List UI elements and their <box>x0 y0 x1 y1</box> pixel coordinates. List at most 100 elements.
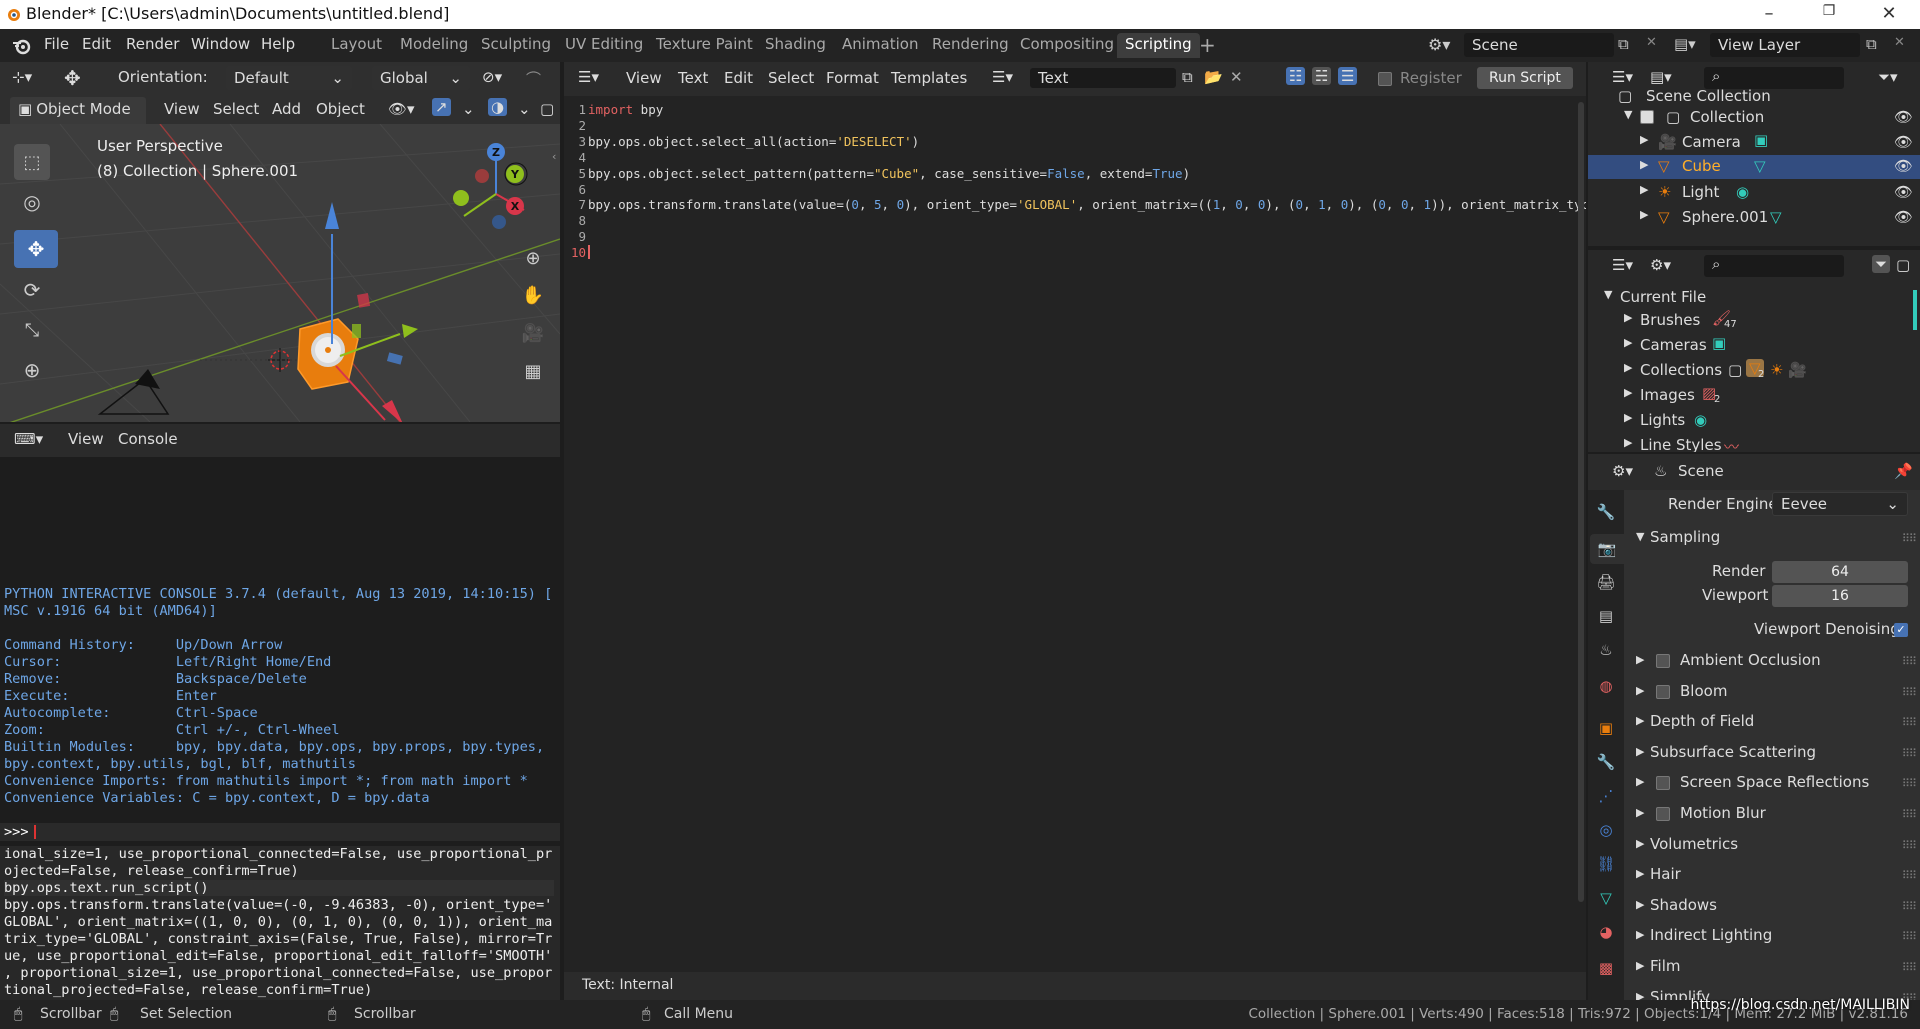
area-divider[interactable] <box>560 62 564 1000</box>
menu-window[interactable]: Window <box>191 35 250 53</box>
xray-icon[interactable]: ▢ <box>540 100 554 118</box>
fileview-search-input[interactable]: ⌕ <box>1704 255 1844 277</box>
tab-texture-paint[interactable]: Texture Paint <box>648 33 761 58</box>
tab-shading[interactable]: Shading <box>757 33 834 58</box>
outliner[interactable]: ☰▾ ▤▾ ⌕ ⏷▾ ▢ Scene Collection ▼ ▢ Collec… <box>1588 62 1920 246</box>
drag-handle-icon[interactable]: ⠿⠿ <box>1902 869 1917 882</box>
properties-section-header[interactable]: ▶ Bloom ⠿⠿ <box>1628 679 1920 707</box>
expand-icon[interactable]: ▶ <box>1640 208 1648 221</box>
expand-icon[interactable]: ▶ <box>1624 336 1632 349</box>
light-data-icon[interactable]: ◉ <box>1736 183 1749 201</box>
render-tab-icon[interactable]: 📷 <box>1590 534 1624 564</box>
collapse-icon[interactable]: ▼ <box>1624 108 1632 121</box>
info-log[interactable]: ional_size=1, use_proportional_connected… <box>0 846 560 1000</box>
syntax-highlight-toggle-icon[interactable]: ☰ <box>1338 67 1358 85</box>
text-editor[interactable]: ☰▾ View Text Edit Select Format Template… <box>564 62 1586 1000</box>
outliner-row-collection[interactable]: ▼ ▢ Collection 👁 <box>1618 108 1918 128</box>
text-menu-text[interactable]: Text <box>678 69 708 87</box>
minimize-icon[interactable]: – <box>1754 3 1784 24</box>
material-tab-icon[interactable]: ◕ <box>1594 920 1618 944</box>
visibility-eye-icon[interactable]: 👁 <box>1894 108 1913 126</box>
move-gizmo-icon[interactable]: ✥ <box>64 66 81 90</box>
outliner-row-cube[interactable]: ▶ ▽ Cube ▽ 👁 <box>1588 155 1920 179</box>
viewport-menu-object[interactable]: Object <box>316 100 365 118</box>
cursor-tool-icon[interactable]: ◎ <box>14 184 50 220</box>
text-menu-edit[interactable]: Edit <box>724 69 753 87</box>
drag-handle-icon[interactable]: ⠿⠿ <box>1902 777 1917 790</box>
sampling-panel-header[interactable]: ▼ Sampling ⠿⠿ <box>1628 524 1920 554</box>
expand-icon[interactable]: ▶ <box>1640 183 1648 196</box>
gizmo-dropdown-icon[interactable]: ⌄ <box>462 100 475 118</box>
word-wrap-toggle-icon[interactable]: ☵ <box>1312 67 1332 85</box>
world-tab-icon[interactable]: ◍ <box>1594 674 1618 698</box>
drag-handle-icon[interactable]: ⠿⠿ <box>1902 930 1917 943</box>
text-menu-view[interactable]: View <box>626 69 662 87</box>
viewport-samples-field[interactable]: 16 <box>1772 585 1908 607</box>
section-enable-checkbox[interactable] <box>1656 684 1670 699</box>
camera-view-icon[interactable]: 🎥 <box>520 320 546 346</box>
physics-tab-icon[interactable]: ◎ <box>1594 818 1618 842</box>
text-datablock-field[interactable]: Text <box>1030 68 1176 88</box>
data-tab-icon[interactable]: ▽ <box>1594 886 1618 910</box>
gizmo-toggle-icon[interactable]: ↗ <box>432 98 451 116</box>
file-category-row[interactable]: ▶ Images ▨ 2 <box>1618 384 1918 406</box>
text-scrollbar[interactable] <box>1578 102 1584 902</box>
expand-icon[interactable]: ▶ <box>1624 436 1632 449</box>
select-box-tool-icon[interactable]: ⬚ <box>14 144 50 180</box>
tab-uv-editing[interactable]: UV Editing <box>557 33 651 58</box>
code-line[interactable]: import bpy <box>588 102 663 117</box>
line-numbers-toggle-icon[interactable]: ☷ <box>1286 67 1306 85</box>
unlink-text-icon[interactable]: ✕ <box>1230 68 1243 86</box>
pan-hand-icon[interactable]: ✋ <box>520 282 546 308</box>
mesh-data-icon[interactable]: ▽ <box>1754 157 1766 175</box>
menu-file[interactable]: File <box>44 35 69 53</box>
texture-tab-icon[interactable]: ▩ <box>1594 956 1618 980</box>
text-menu-select[interactable]: Select <box>768 69 814 87</box>
editor-type-icon[interactable]: ⚙▾ <box>1612 462 1633 480</box>
open-text-icon[interactable]: 📂 <box>1204 68 1223 86</box>
new-scene-icon[interactable]: ⧉ <box>1618 35 1629 53</box>
editor-type-icon[interactable]: ☰▾ <box>578 68 599 86</box>
scene-name-field[interactable]: Scene <box>1464 33 1614 57</box>
drag-handle-icon[interactable]: ⠿⠿ <box>1902 655 1917 668</box>
particles-tab-icon[interactable]: ⋰ <box>1594 784 1618 808</box>
scale-tool-icon[interactable]: ⤡ <box>14 312 50 348</box>
display-mode-icon[interactable]: ⚙▾ <box>1650 256 1671 274</box>
new-view-layer-icon[interactable]: ⧉ <box>1866 35 1877 53</box>
editor-type-icon[interactable]: ⌨▾ <box>14 430 43 448</box>
expand-icon[interactable]: ▶ <box>1624 311 1632 324</box>
exclude-checkbox[interactable] <box>1640 110 1654 124</box>
code-area[interactable]: 1 import bpy 2 3 bpy.ops.object.select_all(a… <box>564 96 1586 972</box>
modifier-tab-icon[interactable]: 🔧 <box>1594 750 1618 774</box>
transform-tool-icon[interactable]: ⊕ <box>14 352 50 388</box>
viewport-menu-select[interactable]: Select <box>213 100 259 118</box>
section-enable-checkbox[interactable] <box>1656 776 1670 791</box>
tool-tab-icon[interactable]: 🔧 <box>1594 500 1618 524</box>
viewport-denoising-checkbox[interactable]: ✓ <box>1894 623 1908 637</box>
register-checkbox[interactable] <box>1378 72 1392 86</box>
snap-icon[interactable]: ⊘▾ <box>482 68 502 86</box>
close-icon[interactable]: ✕ <box>1874 3 1904 24</box>
menu-edit[interactable]: Edit <box>82 35 111 53</box>
restore-icon[interactable]: ❐ <box>1814 3 1844 19</box>
drag-handle-icon[interactable]: ⠿⠿ <box>1902 839 1917 852</box>
file-root-row[interactable]: ▼ Current File <box>1598 288 1918 308</box>
object-tab-icon[interactable]: ▣ <box>1594 716 1618 740</box>
drag-handle-icon[interactable]: ⠿⠿ <box>1902 900 1917 913</box>
file-category-row[interactable]: ▶ Collections ▢ ▽ 2 ☀ 🎥 <box>1618 359 1918 383</box>
move-tool-icon[interactable]: ✥ <box>14 230 58 268</box>
new-text-icon[interactable]: ⧉ <box>1182 68 1193 86</box>
camera-data-icon[interactable]: ▣ <box>1754 131 1768 149</box>
area-divider[interactable] <box>1586 62 1588 1000</box>
area-divider[interactable] <box>1588 452 1920 454</box>
expand-icon[interactable]: ▶ <box>1640 133 1648 146</box>
render-engine-dropdown[interactable]: Eevee ⌄ <box>1772 492 1908 516</box>
scene-tab-icon[interactable]: ♨ <box>1594 638 1618 662</box>
console-menu-console[interactable]: Console <box>118 430 178 448</box>
expand-icon[interactable]: ▶ <box>1624 411 1632 424</box>
file-category-row[interactable]: ▶ Cameras ▣ <box>1618 334 1918 356</box>
outliner-row-camera[interactable]: ▶ 🎥 Camera ▣ 👁 <box>1618 131 1918 153</box>
text-menu-templates[interactable]: Templates <box>891 69 967 87</box>
console-menu-view[interactable]: View <box>68 430 104 448</box>
drag-handle-icon[interactable]: ⠿⠿ <box>1902 532 1917 545</box>
